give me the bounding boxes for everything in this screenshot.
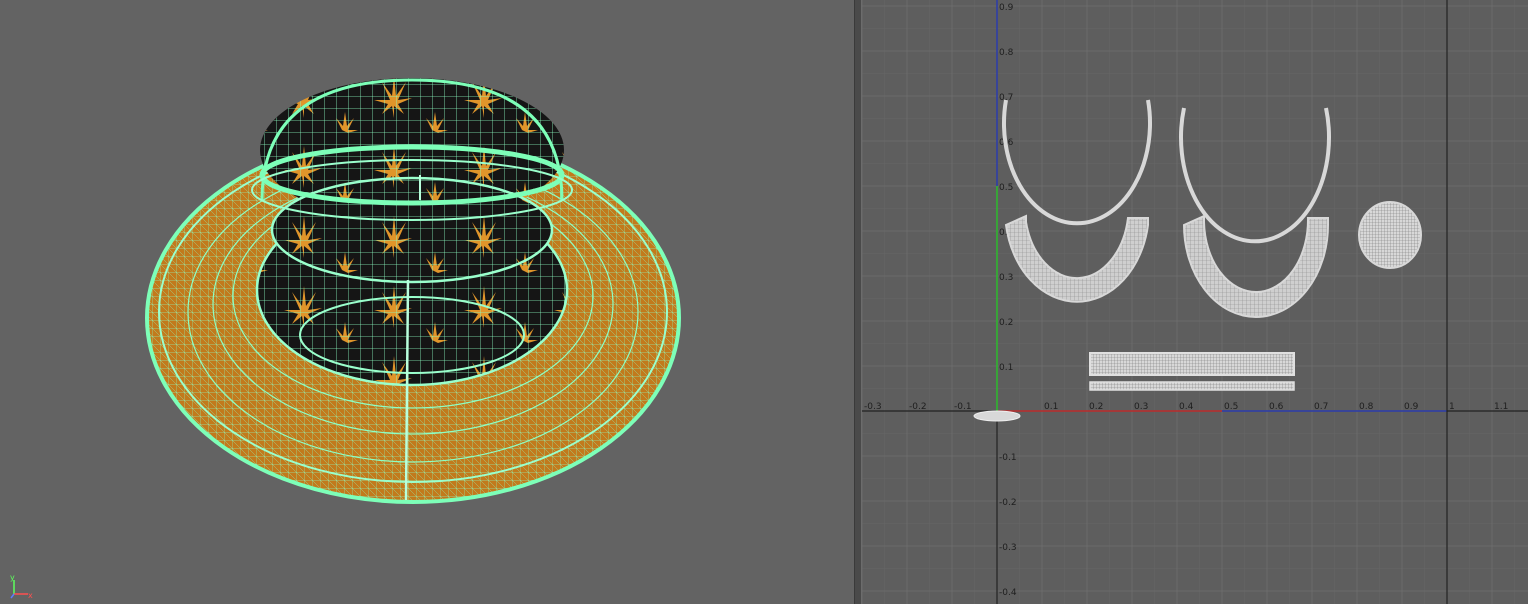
uv-grid <box>862 0 1528 604</box>
uv-shell-top-disc[interactable] <box>1358 201 1422 269</box>
u-tick-label: -0.1 <box>954 402 972 412</box>
uv-shell-band-strip-thin[interactable] <box>1089 381 1295 391</box>
v-tick-label: -0.3 <box>999 543 1017 553</box>
v-tick-label: 0.1 <box>999 363 1013 373</box>
uv-shell-small-ellipse[interactable] <box>973 410 1021 422</box>
v-tick-label: 0.2 <box>999 318 1013 328</box>
axis-x-label: x <box>28 591 33 600</box>
uv-tick-labels: -0.3 -0.2 -0.1 0.1 0.2 0.3 0.4 0.5 0.6 0.7 0.8 0.9 1… <box>864 3 1508 598</box>
u-tick-label: 0.9 <box>1404 402 1419 412</box>
v-tick-label: -0.4 <box>999 588 1017 598</box>
u-tick-label: 0.1 <box>1044 402 1058 412</box>
u-tick-label: 0.3 <box>1134 402 1148 412</box>
axis-y-label: y <box>10 573 15 582</box>
u-tick-label: 1.1 <box>1494 402 1508 412</box>
u-tick-label: 0.6 <box>1269 402 1284 412</box>
uv-canvas[interactable]: -0.3 -0.2 -0.1 0.1 0.2 0.3 0.4 0.5 0.6 0.7 0.8 0.9 1… <box>862 0 1528 604</box>
hat-model-wireframe[interactable] <box>0 0 854 604</box>
axis-gizmo: y x <box>8 572 38 602</box>
uv-shell-brim-arc-left[interactable] <box>1004 214 1149 303</box>
v-tick-label: 0.5 <box>999 183 1013 193</box>
u-tick-label: -0.2 <box>909 402 927 412</box>
u-tick-label: 0.2 <box>1089 402 1103 412</box>
v-tick-label: -0.1 <box>999 453 1017 463</box>
v-tick-label: 0.9 <box>999 3 1014 13</box>
u-tick-label: 1 <box>1449 402 1455 412</box>
uv-shell-band-strip-wide[interactable] <box>1089 352 1295 376</box>
u-tick-label: 0.4 <box>1179 402 1194 412</box>
v-tick-label: -0.2 <box>999 498 1017 508</box>
u-tick-label: 0.8 <box>1359 402 1374 412</box>
panel-splitter[interactable] <box>854 0 862 604</box>
u-tick-label: -0.3 <box>864 402 882 412</box>
u-tick-label: 0.7 <box>1314 402 1328 412</box>
viewport-3d[interactable]: y x <box>0 0 854 604</box>
u-tick-label: 0.5 <box>1224 402 1238 412</box>
v-tick-label: 0.8 <box>999 48 1014 58</box>
uv-axes <box>862 0 1528 604</box>
v-tick-label: 0.3 <box>999 273 1013 283</box>
uv-editor[interactable]: -0.3 -0.2 -0.1 0.1 0.2 0.3 0.4 0.5 0.6 0.7 0.8 0.9 1… <box>862 0 1528 604</box>
